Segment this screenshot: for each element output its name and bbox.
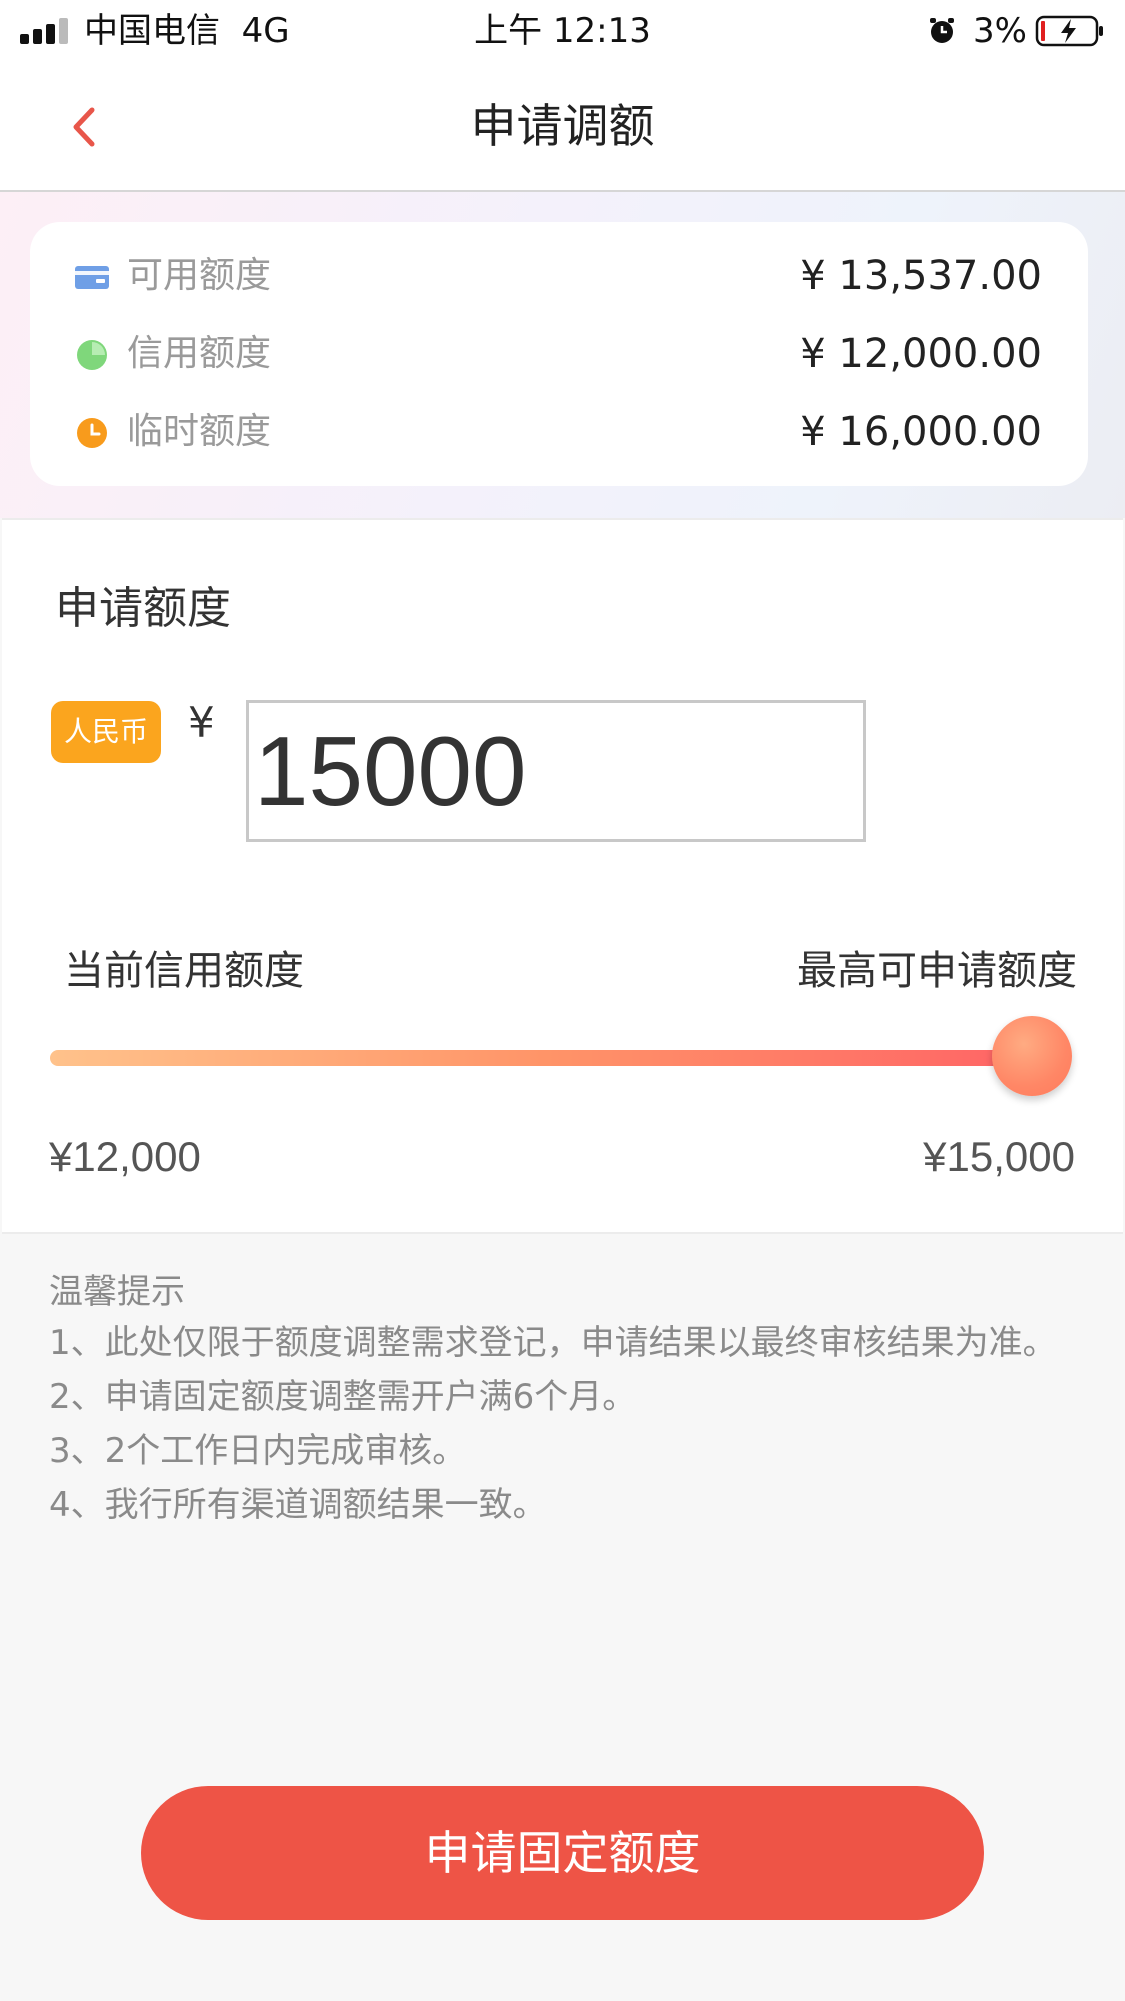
max-limit-label: 最高可申请额度 <box>797 948 1077 994</box>
tips-line: 4、我行所有渠道调额结果一致。 <box>49 1485 547 1525</box>
tips-line: 1、此处仅限于额度调整需求登记，申请结果以最终审核结果为准。 <box>49 1323 1057 1363</box>
summary-row-temporary: 临时额度 ¥ 16,000.00 <box>30 402 1088 462</box>
tips-section: 温馨提示 1、此处仅限于额度调整需求登记，申请结果以最终审核结果为准。 2、申请… <box>49 1268 1079 1532</box>
nav-bar: 申请调额 <box>0 62 1125 192</box>
limit-summary-card: 可用额度 ¥ 13,537.00 信用额度 ¥ 12,000.00 临时额度 ¥… <box>30 222 1088 486</box>
max-amount: ¥15,000 <box>923 1133 1075 1180</box>
clock-icon <box>77 418 107 448</box>
alarm-clock-icon <box>930 18 954 43</box>
apply-title: 申请额度 <box>55 583 231 634</box>
summary-label: 临时额度 <box>127 411 272 452</box>
battery-percent: 3% <box>973 11 1027 51</box>
currency-symbol: ¥ <box>188 698 215 747</box>
summary-label: 信用额度 <box>127 333 272 374</box>
min-amount: ¥12,000 <box>49 1133 201 1180</box>
summary-row-available: 可用额度 ¥ 13,537.00 <box>30 246 1088 306</box>
amount-input[interactable] <box>246 700 866 842</box>
currency-badge: 人民币 <box>51 701 161 763</box>
summary-value: ¥ 16,000.00 <box>800 409 1042 455</box>
summary-value: ¥ 12,000.00 <box>800 331 1042 377</box>
battery-charging-icon <box>1035 15 1103 47</box>
page-title: 申请调额 <box>470 99 655 153</box>
summary-value: ¥ 13,537.00 <box>800 253 1042 299</box>
status-bar: 中国电信 4G 上午 12:13 3% <box>0 0 1125 62</box>
apply-amount-section: 申请额度 人民币 ¥ 当前信用额度 最高可申请额度 ¥12,000 ¥15,00… <box>2 518 1123 1234</box>
apply-fixed-limit-button[interactable]: 申请固定额度 <box>141 1786 984 1920</box>
page: 中国电信 4G 上午 12:13 3% 申请调额 可用额度 ¥ 13,537.0… <box>0 0 1125 2001</box>
pie-chart-icon <box>77 340 107 370</box>
tips-title: 温馨提示 <box>49 1272 185 1312</box>
amount-slider-track[interactable] <box>50 1050 1040 1066</box>
summary-row-credit: 信用额度 ¥ 12,000.00 <box>30 324 1088 384</box>
tips-line: 2、申请固定额度调整需开户满6个月。 <box>49 1377 637 1417</box>
summary-label: 可用额度 <box>127 255 272 296</box>
summary-background: 可用额度 ¥ 13,537.00 信用额度 ¥ 12,000.00 临时额度 ¥… <box>0 192 1125 518</box>
current-limit-label: 当前信用额度 <box>64 948 304 994</box>
card-icon <box>75 266 109 289</box>
tips-line: 3、2个工作日内完成审核。 <box>49 1431 467 1471</box>
amount-slider-thumb[interactable] <box>992 1016 1072 1096</box>
